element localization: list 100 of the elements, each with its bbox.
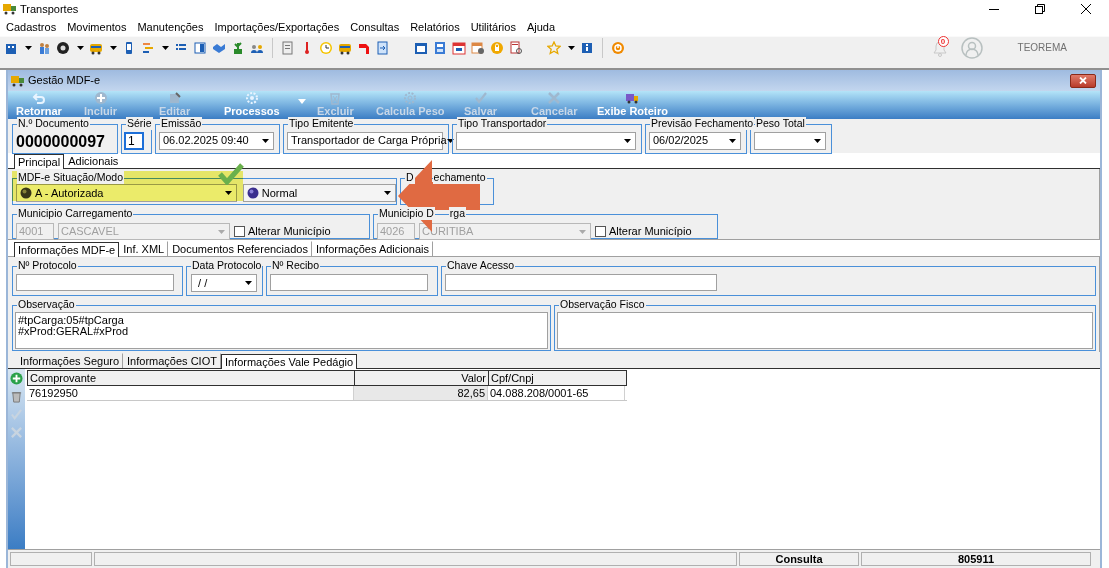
checkbox[interactable]: [595, 226, 606, 237]
plant-icon[interactable]: [231, 40, 245, 55]
truck-icon: [11, 74, 25, 87]
caret-icon: [579, 229, 586, 234]
status-mode: Consulta: [739, 552, 859, 566]
document-number: 0000000097: [15, 131, 106, 151]
back-arrow-icon: [31, 91, 46, 105]
group-label: Data Protocolo: [191, 259, 263, 272]
caret-icon: [624, 138, 631, 143]
group-label: Observação Fisco: [559, 298, 646, 311]
input-field[interactable]: [270, 274, 428, 291]
group-label: D: [405, 171, 415, 184]
caret-icon: [446, 138, 454, 143]
tab[interactable]: Principal: [14, 154, 65, 169]
star-icon[interactable]: [547, 40, 561, 55]
group-label: Municipio Carregamento: [17, 207, 134, 220]
close-icon: [1081, 4, 1091, 14]
caret-icon: [262, 138, 269, 143]
dropdown-field[interactable]: [456, 131, 636, 150]
tab[interactable]: Informações CIOT: [123, 353, 221, 368]
group-label: rga: [448, 207, 467, 220]
calendar-icon[interactable]: [414, 40, 428, 55]
tab[interactable]: Informações Vale Pedágio: [220, 354, 358, 369]
caret-icon: [384, 191, 391, 195]
group-label: Nº Protocolo: [17, 259, 78, 272]
input-field[interactable]: [16, 274, 174, 291]
check-icon[interactable]: [10, 408, 23, 421]
plus-circle-icon: [93, 91, 108, 105]
trash-icon[interactable]: [10, 390, 23, 403]
plus-circle-icon[interactable]: [10, 372, 23, 385]
check-icon: [473, 91, 488, 105]
caret-icon: [814, 138, 821, 143]
trash-icon: [328, 91, 343, 105]
status-dot-icon: [246, 187, 259, 199]
document-icon[interactable]: [193, 40, 207, 55]
menu-item[interactable]: Consultas: [350, 18, 400, 36]
dropdown-field[interactable]: 06/02/2025: [649, 131, 741, 150]
tab[interactable]: Inf. XML: [119, 241, 169, 256]
dropdown-field[interactable]: 06.02.2025 09:40: [159, 131, 274, 150]
group-label: Municipio D: [378, 207, 435, 220]
close-button[interactable]: [1070, 73, 1096, 88]
caret-icon: [110, 45, 117, 50]
report-icon[interactable]: [509, 40, 523, 55]
restore-icon: [1035, 4, 1045, 14]
menu-item[interactable]: Utilitários: [470, 18, 516, 36]
window-title: Transportes: [20, 1, 79, 17]
tab[interactable]: Adicionais: [64, 153, 123, 168]
menu-item[interactable]: Cadastros: [6, 18, 57, 36]
input-field[interactable]: 1: [124, 131, 144, 150]
tab[interactable]: Informações MDF-e: [14, 242, 120, 257]
calendar-icon[interactable]: [452, 40, 466, 55]
observation-textarea[interactable]: [557, 312, 1093, 349]
group-label: Observação: [17, 298, 76, 311]
dropdown-field: CASCAVEL: [58, 223, 230, 240]
clock-icon[interactable]: [319, 40, 333, 55]
people-icon[interactable]: [37, 40, 51, 55]
group-label: Nº Recibo: [271, 259, 321, 272]
wheel-icon[interactable]: [56, 40, 70, 55]
lock-icon[interactable]: [490, 40, 504, 55]
dropdown-field: CURITIBA: [419, 223, 591, 240]
input-field[interactable]: [445, 274, 717, 291]
truck-icon: [625, 91, 640, 105]
menu-item[interactable]: Manutenções: [137, 18, 204, 36]
dropdown-field[interactable]: Normal: [242, 184, 396, 202]
tab[interactable]: Documentos Referenciados: [168, 241, 312, 256]
dropdown-field[interactable]: / /: [191, 274, 257, 292]
observation-textarea[interactable]: #tpCarga:05#tpCarga #xProd:GERAL#xProd: [15, 312, 548, 349]
info-icon[interactable]: [580, 40, 594, 55]
caret-icon[interactable]: [297, 99, 306, 104]
table-cell: 04.088.208/0001-65: [488, 386, 625, 400]
dropdown-field[interactable]: [754, 131, 826, 150]
child-window-title: Gestão MDF-e: [28, 73, 101, 89]
check-icon: [218, 163, 244, 185]
caret-icon: [77, 45, 84, 50]
menu-item[interactable]: Ajuda: [526, 18, 556, 36]
column-header[interactable]: Comprovante: [28, 371, 355, 385]
calendar-gear-icon[interactable]: [471, 40, 485, 55]
caret-icon: [245, 281, 252, 285]
gear-icon: [403, 91, 418, 105]
table-cell: 82,65: [354, 386, 488, 400]
tab[interactable]: Informações Adicionais: [311, 241, 434, 256]
checkbox-label: Alterar Município: [248, 224, 331, 240]
document-icon[interactable]: [281, 40, 295, 55]
tab[interactable]: Informações Seguro: [16, 353, 124, 368]
close-icon: [1079, 77, 1087, 84]
list-icon[interactable]: [141, 40, 155, 55]
notification-badge: 0: [937, 35, 949, 47]
power-icon[interactable]: [611, 40, 625, 55]
group-label: echamento: [432, 171, 487, 184]
menu-item[interactable]: Relatórios: [410, 18, 460, 36]
user-name: TEOREMA: [1017, 41, 1067, 55]
calculator-icon[interactable]: [433, 40, 447, 55]
column-header[interactable]: Valor: [355, 371, 489, 385]
pencil-icon: [167, 91, 182, 105]
code-field: 4026: [377, 223, 415, 240]
menu-item[interactable]: Importações/Exportações: [214, 18, 340, 36]
checkbox[interactable]: [234, 226, 245, 237]
column-header[interactable]: Cpf/Cnpj: [489, 371, 626, 385]
caret-icon: [729, 138, 736, 143]
menu-item[interactable]: Movimentos: [67, 18, 127, 36]
